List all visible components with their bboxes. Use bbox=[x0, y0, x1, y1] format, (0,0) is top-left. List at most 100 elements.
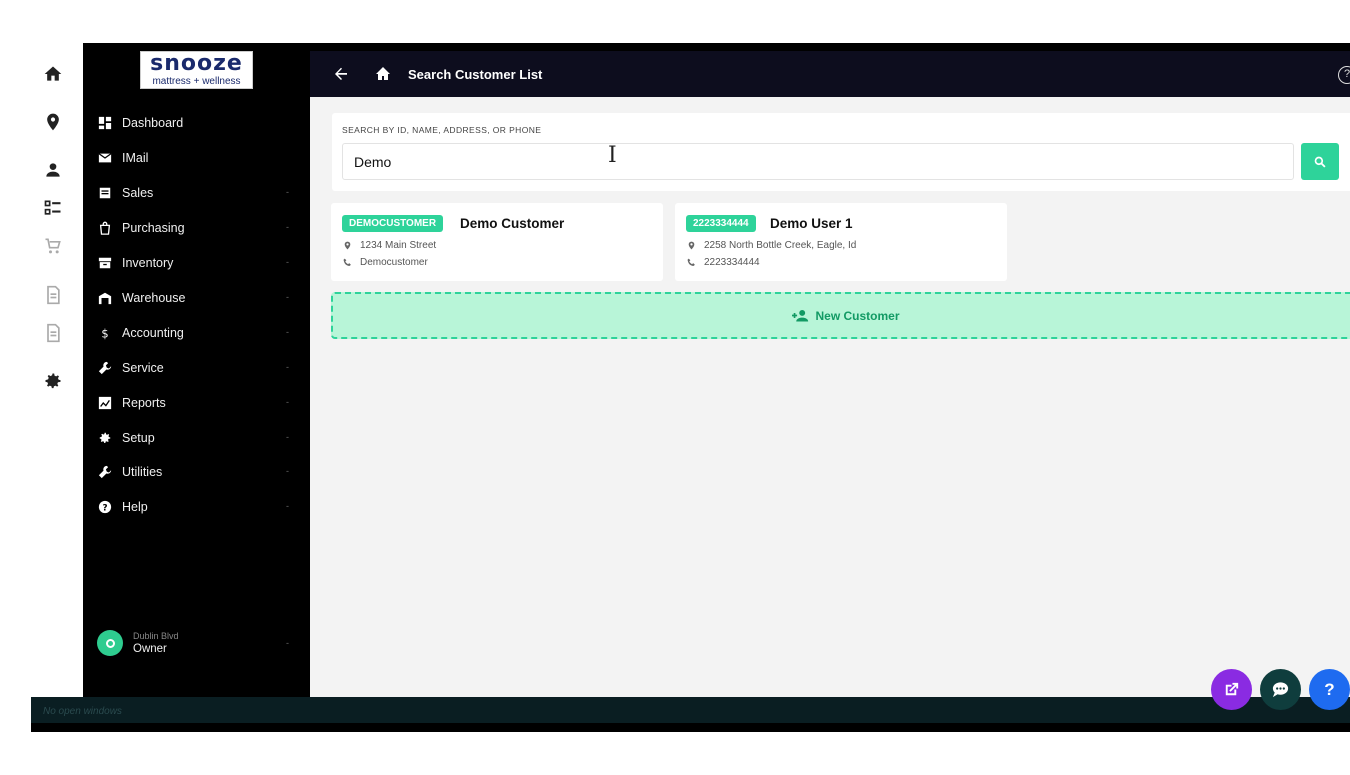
page-title: Search Customer List bbox=[408, 66, 543, 82]
sidebar-item-label: Dashboard bbox=[122, 116, 184, 130]
help-fab-button[interactable]: ? bbox=[1309, 669, 1350, 710]
sidebar-item-label: Sales bbox=[122, 186, 154, 200]
mail-icon bbox=[97, 150, 113, 166]
home-icon[interactable] bbox=[372, 63, 394, 85]
sidebar-item-label: Accounting bbox=[122, 326, 184, 340]
customer-name: Demo Customer bbox=[460, 216, 565, 231]
search-label: SEARCH BY ID, NAME, ADDRESS, OR PHONE bbox=[342, 125, 542, 135]
home-icon[interactable] bbox=[41, 62, 65, 86]
user-role: Owner bbox=[133, 643, 167, 655]
sidebar-item-label: Utilities bbox=[122, 465, 163, 479]
customer-phone: 2223334444 bbox=[687, 257, 760, 268]
avatar bbox=[97, 630, 123, 656]
new-customer-label: New Customer bbox=[815, 308, 900, 323]
sidebar-item-imail[interactable]: IMail bbox=[97, 146, 297, 170]
customer-card[interactable]: DEMOCUSTOMER Demo Customer 1234 Main Str… bbox=[331, 203, 663, 281]
customer-address-text: 1234 Main Street bbox=[360, 240, 437, 251]
status-text: No open windows bbox=[43, 706, 122, 717]
inventory-icon bbox=[97, 255, 113, 271]
checklist-icon[interactable] bbox=[41, 196, 65, 220]
bag-icon bbox=[97, 220, 113, 236]
external-link-icon bbox=[1225, 682, 1239, 696]
search-card: SEARCH BY ID, NAME, ADDRESS, OR PHONE I bbox=[332, 113, 1350, 191]
wrench-icon bbox=[97, 360, 113, 376]
customer-phone-text: Democustomer bbox=[360, 257, 428, 268]
sidebar-item-utilities[interactable]: Utilities - bbox=[97, 460, 297, 484]
sidebar-item-accounting[interactable]: $ Accounting - bbox=[97, 321, 297, 345]
customer-address-text: 2258 North Bottle Creek, Eagle, Id bbox=[704, 240, 857, 251]
chevron-icon: - bbox=[286, 292, 289, 302]
document-icon[interactable] bbox=[41, 321, 65, 345]
sidebar-item-label: Reports bbox=[122, 396, 166, 410]
chevron-icon: - bbox=[286, 327, 289, 337]
sidebar-item-label: Help bbox=[122, 500, 148, 514]
customer-card[interactable]: 2223334444 Demo User 1 2258 North Bottle… bbox=[675, 203, 1007, 281]
app-frame: snooze mattress + wellness Dashboard IMa… bbox=[31, 43, 1350, 732]
sales-icon bbox=[97, 185, 113, 201]
sidebar-item-label: Service bbox=[122, 361, 164, 375]
sidebar-item-service[interactable]: Service - bbox=[97, 356, 297, 380]
help-circle-icon: ? bbox=[97, 499, 113, 515]
chevron-icon: - bbox=[286, 362, 289, 372]
user-store: Dublin Blvd bbox=[133, 631, 179, 641]
icon-rail bbox=[31, 43, 83, 697]
search-input[interactable] bbox=[342, 143, 1294, 180]
logo-text: snooze bbox=[150, 51, 243, 76]
customer-address: 2258 North Bottle Creek, Eagle, Id bbox=[687, 240, 856, 251]
sidebar-item-warehouse[interactable]: Warehouse - bbox=[97, 286, 297, 310]
main-content: SEARCH BY ID, NAME, ADDRESS, OR PHONE I … bbox=[310, 97, 1350, 697]
help-button[interactable]: ? bbox=[1338, 66, 1350, 84]
sidebar-item-reports[interactable]: Reports - bbox=[97, 391, 297, 415]
dollar-icon: $ bbox=[97, 325, 113, 341]
phone-icon bbox=[687, 258, 695, 266]
chevron-icon: - bbox=[286, 222, 289, 232]
cart-icon[interactable] bbox=[41, 234, 65, 258]
back-arrow-icon[interactable] bbox=[330, 63, 352, 85]
warehouse-icon bbox=[97, 290, 113, 306]
gear-icon bbox=[97, 430, 113, 446]
sidebar-item-help[interactable]: ? Help - bbox=[97, 495, 297, 519]
document-icon[interactable] bbox=[41, 283, 65, 307]
wrench-icon bbox=[97, 464, 113, 480]
customer-phone-text: 2223334444 bbox=[704, 257, 760, 268]
sidebar-item-setup[interactable]: Setup - bbox=[97, 426, 297, 450]
new-customer-button[interactable]: New Customer bbox=[331, 292, 1350, 339]
chevron-icon: - bbox=[286, 432, 289, 442]
sidebar-item-purchasing[interactable]: Purchasing - bbox=[97, 216, 297, 240]
location-pin-icon bbox=[688, 241, 695, 250]
chevron-icon: - bbox=[286, 397, 289, 407]
text-cursor-icon: I bbox=[608, 143, 617, 168]
top-header: Search Customer List ? bbox=[310, 51, 1350, 97]
chevron-icon: - bbox=[286, 257, 289, 267]
sidebar-item-label: Purchasing bbox=[122, 221, 185, 235]
phone-icon bbox=[343, 258, 351, 266]
chat-button[interactable] bbox=[1260, 669, 1301, 710]
location-pin-icon[interactable] bbox=[41, 110, 65, 134]
chat-bubble-icon bbox=[1272, 682, 1289, 698]
chevron-icon: - bbox=[286, 501, 289, 511]
customer-address: 1234 Main Street bbox=[343, 240, 436, 251]
logo[interactable]: snooze mattress + wellness bbox=[140, 51, 253, 89]
sidebar-item-sales[interactable]: Sales - bbox=[97, 181, 297, 205]
reports-icon bbox=[97, 395, 113, 411]
sidebar-item-label: IMail bbox=[122, 151, 149, 165]
search-icon bbox=[1314, 156, 1326, 168]
logo-tagline: mattress + wellness bbox=[152, 76, 241, 87]
user-profile[interactable]: Dublin Blvd Owner - bbox=[97, 628, 297, 658]
customer-name: Demo User 1 bbox=[770, 216, 853, 231]
customer-id-badge: 2223334444 bbox=[686, 215, 756, 232]
sidebar-item-inventory[interactable]: Inventory - bbox=[97, 251, 297, 275]
svg-text:?: ? bbox=[102, 504, 107, 514]
customer-id-badge: DEMOCUSTOMER bbox=[342, 215, 444, 232]
gear-icon[interactable] bbox=[41, 369, 65, 393]
chevron-icon: - bbox=[286, 638, 289, 648]
chevron-icon: - bbox=[286, 187, 289, 197]
add-user-icon bbox=[792, 309, 809, 322]
open-external-button[interactable] bbox=[1211, 669, 1252, 710]
svg-text:$: $ bbox=[101, 326, 108, 340]
chevron-icon: - bbox=[286, 466, 289, 476]
person-icon[interactable] bbox=[41, 158, 65, 182]
sidebar-item-dashboard[interactable]: Dashboard bbox=[97, 111, 297, 135]
sidebar-item-label: Inventory bbox=[122, 256, 174, 270]
search-button[interactable] bbox=[1301, 143, 1339, 180]
